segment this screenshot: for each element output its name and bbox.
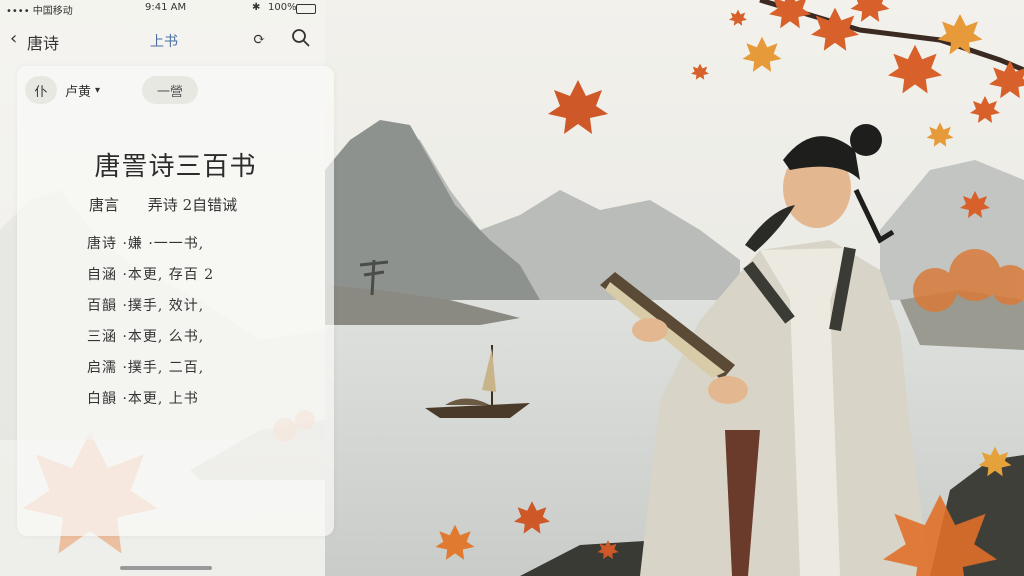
poem-line: 自涵 ·本更, 存百 2 <box>87 267 215 283</box>
nav-bar: ‹ 唐诗 上书 ⟳ <box>0 26 325 54</box>
options-chip[interactable]: 一營 <box>142 76 198 104</box>
bluetooth-icon: ✱ <box>252 2 261 13</box>
battery-icon <box>296 4 316 14</box>
document-title: 唐詈诗三百书 <box>94 152 257 182</box>
search-icon[interactable] <box>291 28 311 52</box>
document-subtitle: 弄诗 2自错诫 <box>147 196 238 214</box>
font-dropdown-label: 卢黄 <box>65 84 92 100</box>
share-icon[interactable]: ⟳ <box>253 30 266 48</box>
back-chevron-icon[interactable]: ‹ <box>10 28 17 49</box>
status-bar: •••• 中国移动 9:41 AM ✱ 100% <box>0 0 325 18</box>
poem-line: 白韻 ·本更, 上书 <box>87 391 199 407</box>
author-line: 唐言 弄诗 2自错诫 <box>89 194 261 215</box>
nav-center-link[interactable]: 上书 <box>150 31 178 51</box>
poem-line: 启濡 ·撲手, 二百, <box>87 360 205 376</box>
poem-line: 百韻 ·撲手, 效计, <box>87 298 205 314</box>
style-chip[interactable]: 仆 <box>25 76 57 104</box>
poem-lines: 唐诗 ·嫌 ·一一书, 自涵 ·本更, 存百 2 百韻 ·撲手, 效计, 三涵 … <box>87 234 214 420</box>
document-card: 仆 卢黄 ▾ 一營 唐詈诗三百书 唐言 弄诗 2自错诫 唐诗 ·嫌 ·一一书, … <box>17 66 334 536</box>
phone-reader-panel: •••• 中国移动 9:41 AM ✱ 100% ‹ 唐诗 上书 ⟳ 仆 卢黄 … <box>0 0 334 576</box>
font-dropdown[interactable]: 卢黄 ▾ <box>65 76 125 104</box>
battery-percent: 100% <box>268 2 297 13</box>
poem-line: 三涵 ·本更, 么书, <box>87 329 205 345</box>
carrier-label: •••• 中国移动 <box>6 6 73 17</box>
clock: 9:41 AM <box>145 2 187 13</box>
home-indicator[interactable] <box>120 566 212 570</box>
chevron-down-icon: ▾ <box>95 84 101 96</box>
back-button-label[interactable]: 唐诗 <box>27 30 59 54</box>
author-name: 唐言 <box>89 196 120 214</box>
poem-line: 唐诗 ·嫌 ·一一书, <box>87 236 205 252</box>
